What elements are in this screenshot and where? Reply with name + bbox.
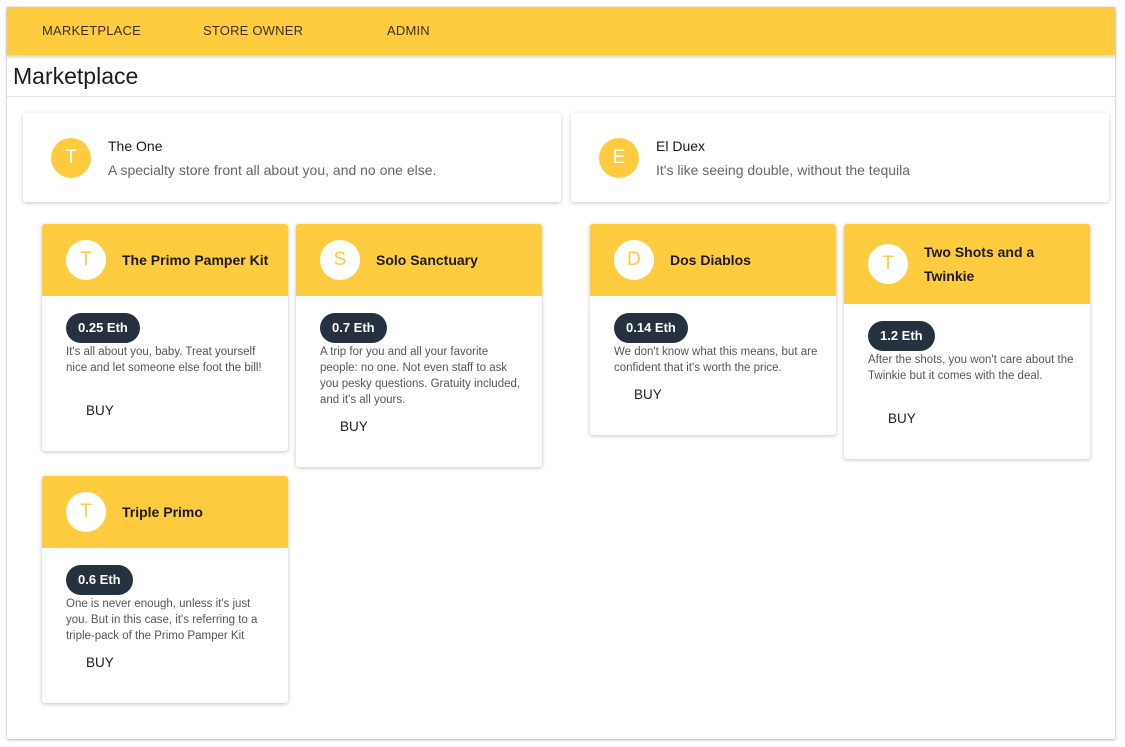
product-description: A trip for you and all your favorite peo… <box>320 346 521 406</box>
store-avatar: E <box>599 138 639 178</box>
page-header: Marketplace <box>7 55 1115 97</box>
buy-button[interactable]: BUY <box>874 407 930 430</box>
price-chip: 0.7 Eth <box>320 313 387 343</box>
product-card-solo-sanctuary: S Solo Sanctuary 0.7 Eth A trip for you … <box>296 224 542 467</box>
product-description: After the shots, you won't care about th… <box>868 354 1074 382</box>
product-name: The Primo Pamper Kit <box>122 252 269 268</box>
product-name: Solo Sanctuary <box>376 252 478 268</box>
product-header: T Triple Primo <box>42 476 288 548</box>
price-chip: 0.6 Eth <box>66 565 133 595</box>
store-avatar: T <box>51 138 91 178</box>
product-description: One is never enough, unless it's just yo… <box>66 598 258 642</box>
store-card-the-one[interactable]: T The One A specialty store front all ab… <box>23 113 561 202</box>
product-avatar: D <box>614 240 654 280</box>
product-card-dos-diablos: D Dos Diablos 0.14 Eth We don't know wha… <box>590 224 836 435</box>
product-card-two-shots-and-a-twinkie: T Two Shots and a Twinkie 1.2 Eth After … <box>844 224 1090 459</box>
top-navbar: MARKETPLACE STORE OWNER ADMIN <box>7 7 1115 55</box>
buy-button[interactable]: BUY <box>72 651 128 674</box>
product-name: Dos Diablos <box>670 252 751 268</box>
product-name: Triple Primo <box>122 504 203 520</box>
app-window: MARKETPLACE STORE OWNER ADMIN Marketplac… <box>7 7 1115 739</box>
product-header: S Solo Sanctuary <box>296 224 542 296</box>
buy-button[interactable]: BUY <box>72 399 128 422</box>
store-card-el-duex[interactable]: E El Duex It's like seeing double, witho… <box>571 113 1109 202</box>
buy-button[interactable]: BUY <box>620 383 676 406</box>
product-card-primo-pamper-kit: T The Primo Pamper Kit 0.25 Eth It's all… <box>42 224 288 451</box>
nav-marketplace[interactable]: MARKETPLACE <box>42 7 141 55</box>
page-title: Marketplace <box>13 63 139 89</box>
price-chip: 1.2 Eth <box>868 321 935 351</box>
price-chip: 0.25 Eth <box>66 313 140 343</box>
product-header: T The Primo Pamper Kit <box>42 224 288 296</box>
store-name: The One <box>108 138 163 154</box>
product-card-triple-primo: T Triple Primo 0.6 Eth One is never enou… <box>42 476 288 703</box>
product-description: It's all about you, baby. Treat yourself… <box>66 346 262 374</box>
product-header: T Two Shots and a Twinkie <box>844 224 1090 304</box>
product-header: D Dos Diablos <box>590 224 836 296</box>
product-avatar: T <box>66 240 106 280</box>
buy-button[interactable]: BUY <box>326 415 382 438</box>
store-description: It's like seeing double, without the teq… <box>656 162 911 178</box>
store-description: A specialty store front all about you, a… <box>108 162 437 178</box>
product-name: Two Shots and a Twinkie <box>924 244 1035 284</box>
nav-admin[interactable]: ADMIN <box>387 7 430 55</box>
product-avatar: T <box>66 492 106 532</box>
product-description: We don't know what this means, but are c… <box>614 346 818 374</box>
product-avatar: S <box>320 240 360 280</box>
product-avatar: T <box>868 244 908 284</box>
nav-store-owner[interactable]: STORE OWNER <box>203 7 303 55</box>
price-chip: 0.14 Eth <box>614 313 688 343</box>
store-name: El Duex <box>656 138 706 154</box>
